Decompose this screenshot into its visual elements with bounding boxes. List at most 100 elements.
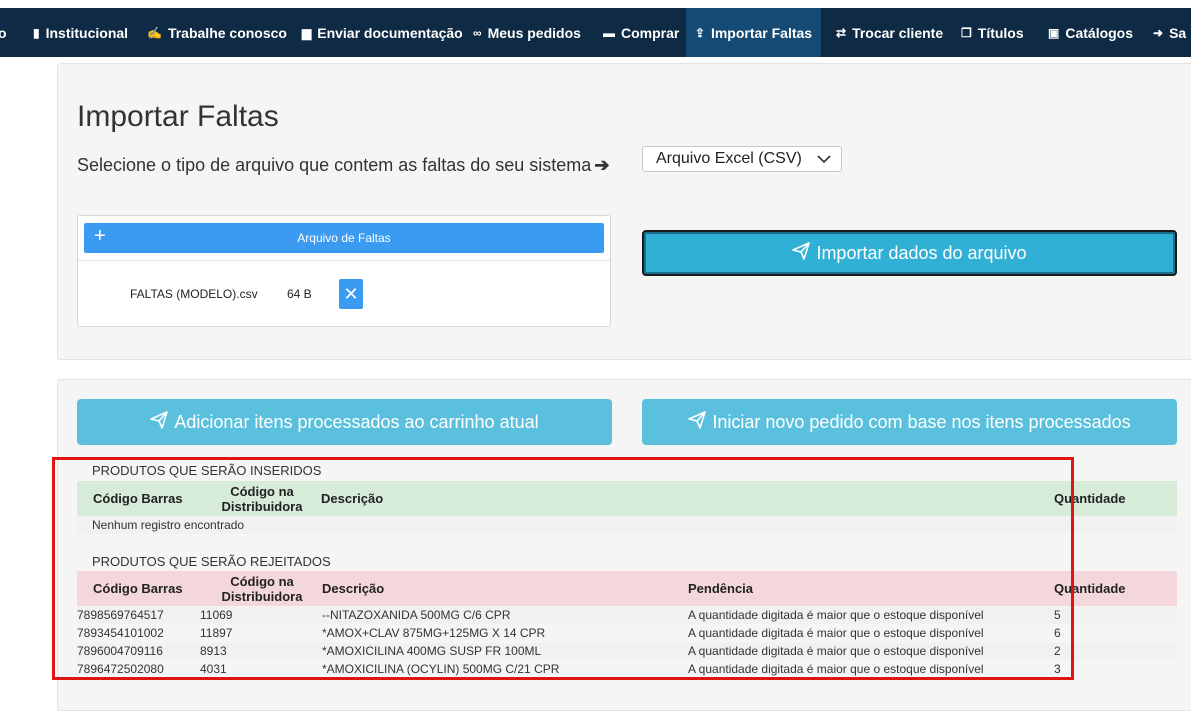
cell-barcode: 7893454101002 (77, 626, 164, 640)
close-icon: ✕ (343, 283, 359, 304)
divider (78, 260, 610, 261)
nav-item-label: Trocar cliente (852, 24, 944, 41)
top-navbar: o ▮ Institucional ✍ Trabalhe conosco ▆ E… (0, 8, 1191, 57)
cell-pending: A quantidade digitada é maior que o esto… (688, 608, 984, 622)
cell-description: *AMOXICILINA (OCYLIN) 500MG C/21 CPR (322, 662, 560, 676)
new-order-button-label: Iniciar novo pedido com base nos itens p… (712, 411, 1131, 432)
inserted-table-header: Código Barras Código na Distribuidora De… (77, 481, 1177, 516)
col-description: Descrição (322, 581, 385, 596)
file-type-select-value: Arquivo Excel (CSV) (656, 150, 802, 167)
nav-item-meus-pedidos[interactable]: ∞ Meus pedidos (473, 8, 581, 57)
nav-item-partial[interactable]: o (0, 8, 7, 57)
paper-plane-icon (150, 410, 169, 434)
file-icon: ▆ (302, 25, 312, 40)
cell-description: *AMOX+CLAV 875MG+125MG X 14 CPR (322, 626, 546, 640)
chevron-down-icon (815, 150, 833, 173)
nav-item-label: Sa (1169, 24, 1187, 41)
col-distributor-code: Código na Distribuidora (220, 481, 304, 516)
add-to-cart-button[interactable]: Adicionar itens processados ao carrinho … (77, 399, 612, 445)
handshake-icon: ✍ (147, 25, 162, 40)
nav-item-label: o (0, 24, 7, 41)
inserted-section-label: PRODUTOS QUE SERÃO INSERIDOS (92, 463, 322, 478)
col-pending: Pendência (688, 581, 754, 596)
nav-item-label: Importar Faltas (710, 24, 813, 41)
rejected-table-header: Código Barras Código na Distribuidora De… (77, 571, 1177, 606)
page-title: Importar Faltas (77, 100, 279, 133)
instruction-text: Selecione o tipo de arquivo que contem a… (77, 155, 592, 175)
col-distributor-code-line2: Distribuidora (221, 498, 303, 514)
col-barcode: Código Barras (93, 491, 183, 506)
remove-file-button[interactable]: ✕ (339, 279, 363, 309)
cell-distributor-code: 4031 (200, 662, 227, 676)
col-distributor-code-line1: Código na (230, 483, 294, 499)
cell-pending: A quantidade digitada é maior que o esto… (688, 626, 984, 640)
cell-quantity: 6 (1054, 626, 1061, 640)
col-barcode: Código Barras (93, 581, 183, 596)
table-row: 7896472502080 4031 *AMOXICILINA (OCYLIN)… (77, 661, 1177, 678)
nav-item-catalogos[interactable]: ▣ Catálogos (1048, 8, 1133, 57)
exchange-icon: ⇄ (836, 25, 847, 40)
cell-barcode: 7896472502080 (77, 662, 164, 676)
import-button-label: Importar dados do arquivo (816, 242, 1027, 263)
cell-distributor-code: 11069 (200, 608, 233, 622)
nav-item-trocar-cliente[interactable]: ⇄ Trocar cliente (836, 8, 943, 57)
nav-item-sair[interactable]: ➜ Sa (1153, 8, 1186, 57)
paper-plane-icon (688, 410, 707, 434)
nav-item-importar-faltas[interactable]: ⇪ Importar Faltas (686, 8, 821, 57)
nav-item-label: Enviar documentação (317, 24, 463, 41)
add-button-label: Adicionar itens processados ao carrinho … (174, 411, 539, 432)
import-file-data-button[interactable]: Importar dados do arquivo (642, 230, 1177, 276)
col-quantity: Quantidade (1054, 581, 1126, 596)
cell-quantity: 3 (1054, 662, 1061, 676)
cell-distributor-code: 11897 (200, 626, 233, 640)
rejected-section-label: PRODUTOS QUE SERÃO REJEITADOS (92, 554, 331, 569)
nav-item-label: Comprar (621, 24, 680, 41)
nav-item-trabalhe-conosco[interactable]: ✍ Trabalhe conosco (147, 8, 287, 57)
col-quantity: Quantidade (1054, 491, 1126, 506)
file-type-select[interactable]: Arquivo Excel (CSV) (642, 146, 842, 172)
col-distributor-code: Código na Distribuidora (220, 571, 304, 606)
col-distributor-code-line1: Código na (230, 573, 294, 589)
file-upload-box: + Arquivo de Faltas FALTAS (MODELO).csv … (77, 215, 611, 327)
nav-item-enviar-documentacao[interactable]: ▆ Enviar documentação (302, 8, 463, 57)
cell-quantity: 2 (1054, 644, 1061, 658)
cell-barcode: 7896004709116 (77, 644, 163, 658)
paper-plane-icon (792, 241, 811, 265)
nav-item-comprar[interactable]: ▬ Comprar (603, 8, 679, 57)
nav-item-label: Trabalhe conosco (167, 24, 287, 41)
uploaded-file-size: 64 B (287, 287, 312, 301)
building-icon: ▮ (33, 25, 40, 40)
add-file-button[interactable]: + Arquivo de Faltas (84, 223, 604, 253)
plus-icon: + (94, 225, 106, 247)
nav-item-label: Meus pedidos (487, 24, 581, 41)
new-order-button[interactable]: Iniciar novo pedido com base nos itens p… (642, 399, 1177, 445)
nav-item-label: Títulos (977, 24, 1024, 41)
cell-distributor-code: 8913 (200, 644, 227, 658)
cell-barcode: 7898569764517 (77, 608, 164, 622)
col-distributor-code-line2: Distribuidora (221, 588, 303, 604)
uploaded-file-name: FALTAS (MODELO).csv (130, 287, 258, 301)
empty-message-text: Nenhum registro encontrado (92, 518, 245, 532)
upload-header-label: Arquivo de Faltas (297, 231, 391, 245)
nav-item-titulos[interactable]: ❐ Títulos (961, 8, 1024, 57)
col-description: Descrição (321, 491, 384, 506)
cell-description: *AMOXICILINA 400MG SUSP FR 100ML (322, 644, 542, 658)
arrow-right-icon: ➔ (594, 155, 610, 175)
cell-description: --NITAZOXANIDA 500MG C/6 CPR (322, 608, 511, 622)
table-row: 7896004709116 8913 *AMOXICILINA 400MG SU… (77, 643, 1177, 660)
nav-item-institucional[interactable]: ▮ Institucional (33, 8, 128, 57)
table-row: 7898569764517 11069 --NITAZOXANIDA 500MG… (77, 607, 1177, 624)
binoculars-icon: ∞ (473, 25, 482, 40)
empty-table-message: Nenhum registro encontrado (77, 516, 1177, 534)
cell-quantity: 5 (1054, 608, 1061, 622)
sign-out-icon: ➜ (1153, 25, 1164, 40)
cart-icon: ▬ (603, 25, 615, 40)
nav-item-label: Catálogos (1065, 24, 1134, 41)
picture-file-icon: ▣ (1048, 25, 1060, 40)
cell-pending: A quantidade digitada é maior que o esto… (688, 662, 984, 676)
cell-pending: A quantidade digitada é maior que o esto… (688, 644, 984, 658)
nav-item-label: Institucional (45, 24, 129, 41)
copy-icon: ❐ (961, 25, 972, 40)
file-type-instruction: Selecione o tipo de arquivo que contem a… (77, 155, 609, 176)
upload-icon: ⇪ (694, 25, 705, 40)
